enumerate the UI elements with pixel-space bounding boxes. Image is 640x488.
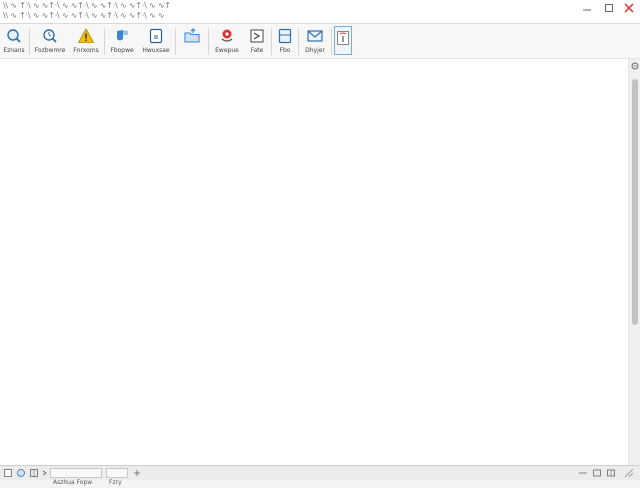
toolbar-button-label: Fnrxoms bbox=[73, 47, 99, 54]
resize-grip-icon[interactable] bbox=[622, 468, 634, 478]
panel-icon bbox=[278, 28, 292, 44]
minimize-icon[interactable] bbox=[580, 2, 594, 14]
status-field-secondary[interactable]: Fzry bbox=[106, 468, 128, 486]
toolbar-button-label: Fozbwmre bbox=[34, 47, 66, 54]
toolbar-button-protect[interactable]: Fbopwe bbox=[108, 25, 136, 57]
maximize-icon[interactable] bbox=[602, 2, 616, 14]
toolbar-separator bbox=[175, 28, 176, 55]
page-icon[interactable] bbox=[3, 468, 13, 478]
toolbar-button-label: Ewepue bbox=[215, 47, 239, 54]
toolbar-button-warnings[interactable]: Fnrxoms bbox=[71, 25, 101, 57]
toolbar-button-label: Hwuxsae bbox=[142, 47, 170, 54]
main-content-area[interactable] bbox=[0, 59, 628, 465]
flag-icon bbox=[250, 29, 264, 43]
title-bar: \\ ∿ ↑·\ ∿ ∿↑·\ ∿ ∿↑·\ ∿ ∿↑·\ ∿ ∿↑·\ ∿ ∿… bbox=[0, 0, 640, 24]
folder-upload-icon bbox=[184, 28, 200, 43]
toolbar-button-history[interactable]: Fozbwmre bbox=[33, 25, 67, 57]
vertical-scrollbar[interactable] bbox=[628, 59, 640, 465]
grid-icon[interactable] bbox=[29, 468, 39, 478]
toolbar-button-upload[interactable] bbox=[181, 25, 203, 57]
toolbar-separator bbox=[208, 28, 209, 55]
toolbar-button-panel[interactable]: Fbo bbox=[275, 25, 295, 57]
status-field-primary[interactable]: Aszhua Fopw bbox=[50, 468, 102, 486]
toolbar-separator bbox=[271, 28, 272, 55]
toolbar-separator bbox=[331, 28, 332, 55]
toolbar-button-mail[interactable]: Dhyjer bbox=[302, 25, 328, 57]
window-subtitle: \\ ∿ ↑·\ ∿ ∿↑·\ ∿ ∿↑·\ ∿ ∿↑·\ ∿ ∿↑·\ ∿ ∿ bbox=[3, 11, 165, 20]
toolbar-button-flag[interactable]: Fate bbox=[246, 25, 268, 57]
arrow-icon[interactable] bbox=[41, 468, 49, 478]
mail-icon bbox=[307, 30, 323, 42]
toolbar-button-label: Eznans bbox=[3, 47, 25, 54]
toolbar-separator bbox=[29, 28, 30, 55]
toolbar: Eznans Fozbwmre Fnrxoms Fbopwe Hwuxsae E… bbox=[0, 24, 640, 59]
toolbar-button-info[interactable] bbox=[334, 26, 352, 55]
scrollbar-thumb[interactable] bbox=[632, 79, 638, 325]
expand-icon[interactable] bbox=[132, 468, 142, 478]
scroll-up-icon[interactable] bbox=[631, 62, 639, 70]
toolbar-separator bbox=[104, 28, 105, 55]
status-field-text: Aszhua Fopw bbox=[53, 479, 93, 486]
search-icon bbox=[7, 29, 21, 43]
info-page-icon bbox=[337, 31, 349, 45]
status-field-text: Fzry bbox=[109, 479, 122, 486]
pin-icon bbox=[221, 29, 233, 42]
toolbar-button-scan[interactable]: Eznans bbox=[2, 25, 26, 57]
window-icon[interactable] bbox=[592, 468, 602, 478]
globe-icon[interactable] bbox=[16, 468, 26, 478]
toolbar-button-pin[interactable]: Ewepue bbox=[212, 25, 242, 57]
window-title: \\ ∿ ↑·\ ∿ ∿↑·\ ∿ ∿↑·\ ∿ ∿↑·\ ∿ ∿↑·\ ∿ ∿… bbox=[3, 1, 171, 10]
toolbar-button-manage[interactable]: Hwuxsae bbox=[141, 25, 171, 57]
warning-icon bbox=[77, 28, 95, 43]
close-icon[interactable] bbox=[622, 2, 636, 14]
split-icon[interactable] bbox=[606, 468, 616, 478]
toolbar-button-label: Dhyjer bbox=[305, 47, 325, 54]
toolbar-button-label: Fbopwe bbox=[110, 47, 134, 54]
shield-icon bbox=[117, 30, 128, 41]
toolbar-button-label: Fbo bbox=[279, 47, 291, 54]
status-bar: Aszhua Fopw Fzry bbox=[0, 465, 640, 486]
toolbar-separator bbox=[298, 28, 299, 55]
layout-icon[interactable] bbox=[578, 468, 588, 478]
clock-search-icon bbox=[43, 29, 57, 43]
toolbar-button-label: Fate bbox=[250, 47, 264, 54]
document-icon bbox=[149, 28, 163, 44]
